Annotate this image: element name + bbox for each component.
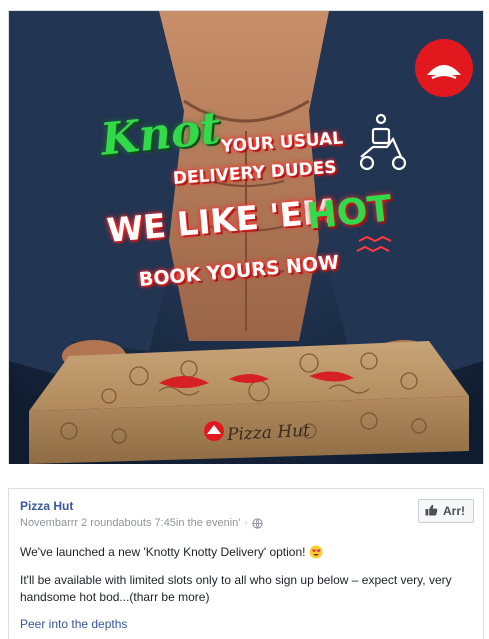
globe-icon	[252, 517, 263, 529]
post-card: Pizza Hut Novembarrr 2 roundabouts 7:45i…	[8, 488, 484, 639]
thumbs-up-icon	[425, 504, 438, 519]
like-button[interactable]: Arr!	[417, 499, 474, 523]
pizza-hut-logo	[415, 39, 473, 97]
ad-headline: Knot YOUR USUAL DELIVERY DUDES WE LIKE '…	[9, 11, 483, 464]
heart-eyes-emoji-icon	[309, 545, 323, 559]
headline-line-1: YOUR USUAL	[220, 128, 344, 157]
headline-line-2: DELIVERY DUDES	[172, 157, 338, 189]
post-text-line-1: We've launched a new 'Knotty Knotty Deli…	[20, 545, 323, 559]
post-text-first: We've launched a new 'Knotty Knotty Deli…	[20, 545, 306, 559]
post-meta: Novembarrr 2 roundabouts 7:45in the even…	[20, 517, 263, 529]
facebook-post-page: Knot YOUR USUAL DELIVERY DUDES WE LIKE '…	[0, 0, 489, 639]
headline-hot: HOT	[304, 188, 394, 238]
post-text-line-2: It'll be available with limited slots on…	[20, 573, 452, 604]
headline-book: BOOK YOURS NOW	[138, 251, 340, 291]
ad-image[interactable]: Knot YOUR USUAL DELIVERY DUDES WE LIKE '…	[8, 10, 484, 464]
see-more-link[interactable]: Peer into the depths	[20, 617, 127, 631]
post-timestamp[interactable]: Novembarrr 2 roundabouts 7:45in the even…	[20, 517, 240, 529]
headline-knot: Knot	[98, 102, 223, 166]
post-author[interactable]: Pizza Hut	[20, 499, 73, 513]
headline-we-like: WE LIKE 'EM	[105, 191, 337, 250]
meta-separator: ·	[244, 517, 249, 529]
like-button-label: Arr!	[442, 504, 465, 518]
